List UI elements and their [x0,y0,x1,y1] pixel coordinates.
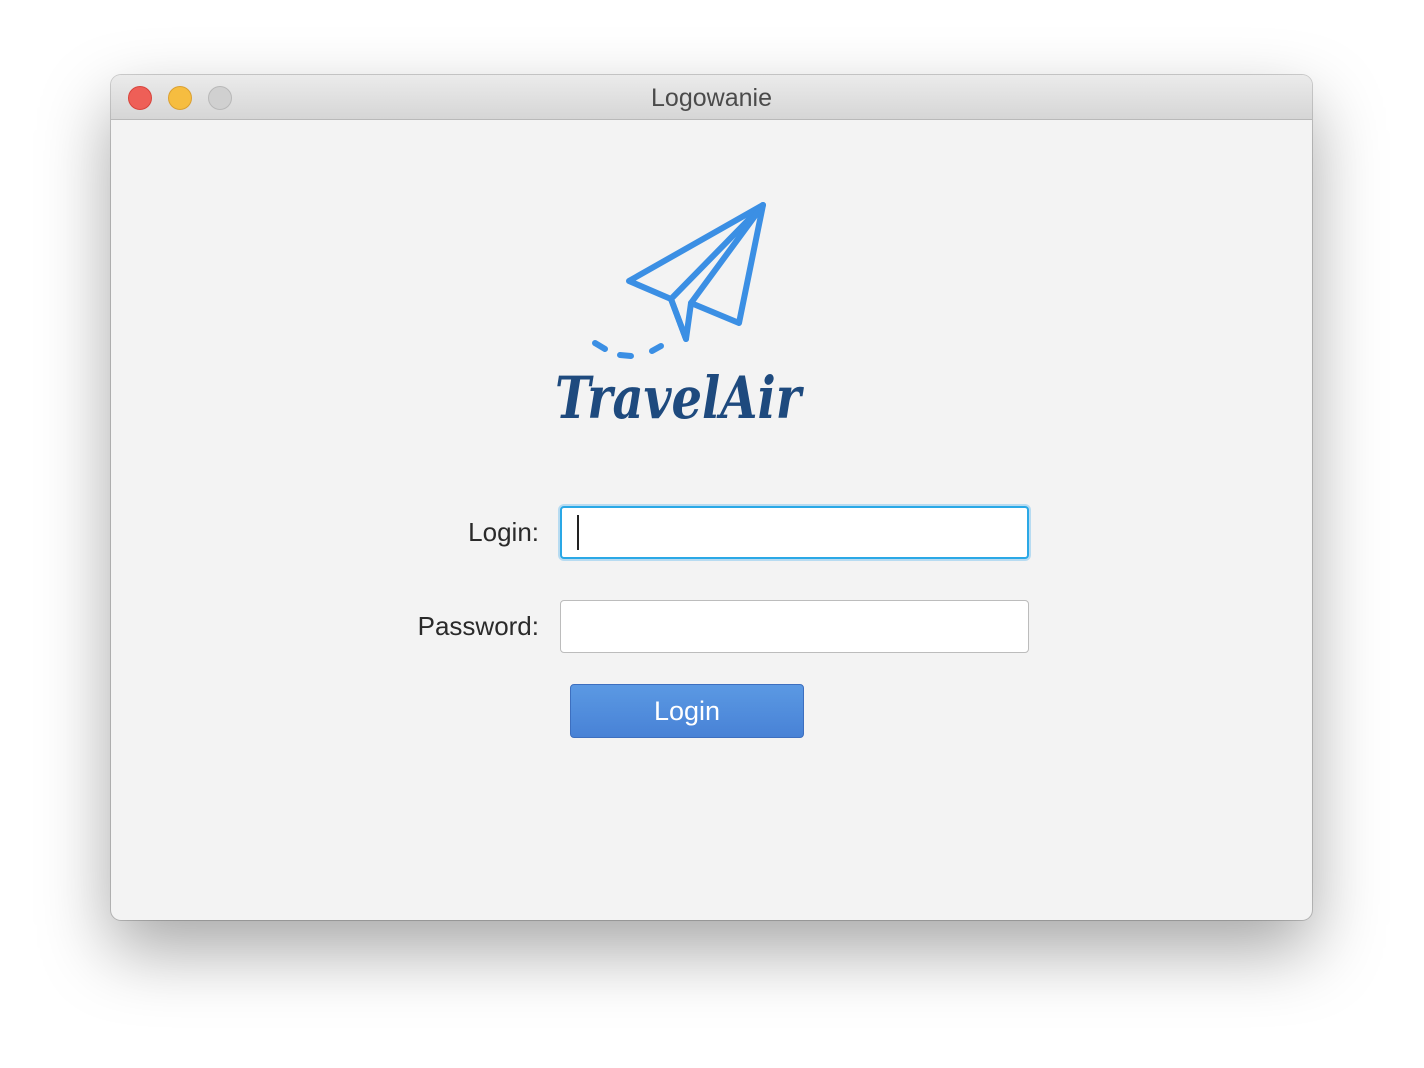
login-window: Logowanie TravelAir Login: Password: Log… [111,75,1312,920]
login-button[interactable]: Login [570,684,804,738]
login-input[interactable] [560,506,1029,559]
brand-wordmark: TravelAir [555,364,805,432]
text-cursor [577,515,579,550]
password-input[interactable] [560,600,1029,653]
password-label: Password: [417,611,539,641]
paper-plane-icon [626,202,766,342]
travelair-logo: TravelAir [555,202,805,432]
window-title: Logowanie [651,84,772,112]
flight-trail [592,340,664,359]
title-bar[interactable]: Logowanie [111,75,1312,120]
login-label: Login: [468,517,539,547]
